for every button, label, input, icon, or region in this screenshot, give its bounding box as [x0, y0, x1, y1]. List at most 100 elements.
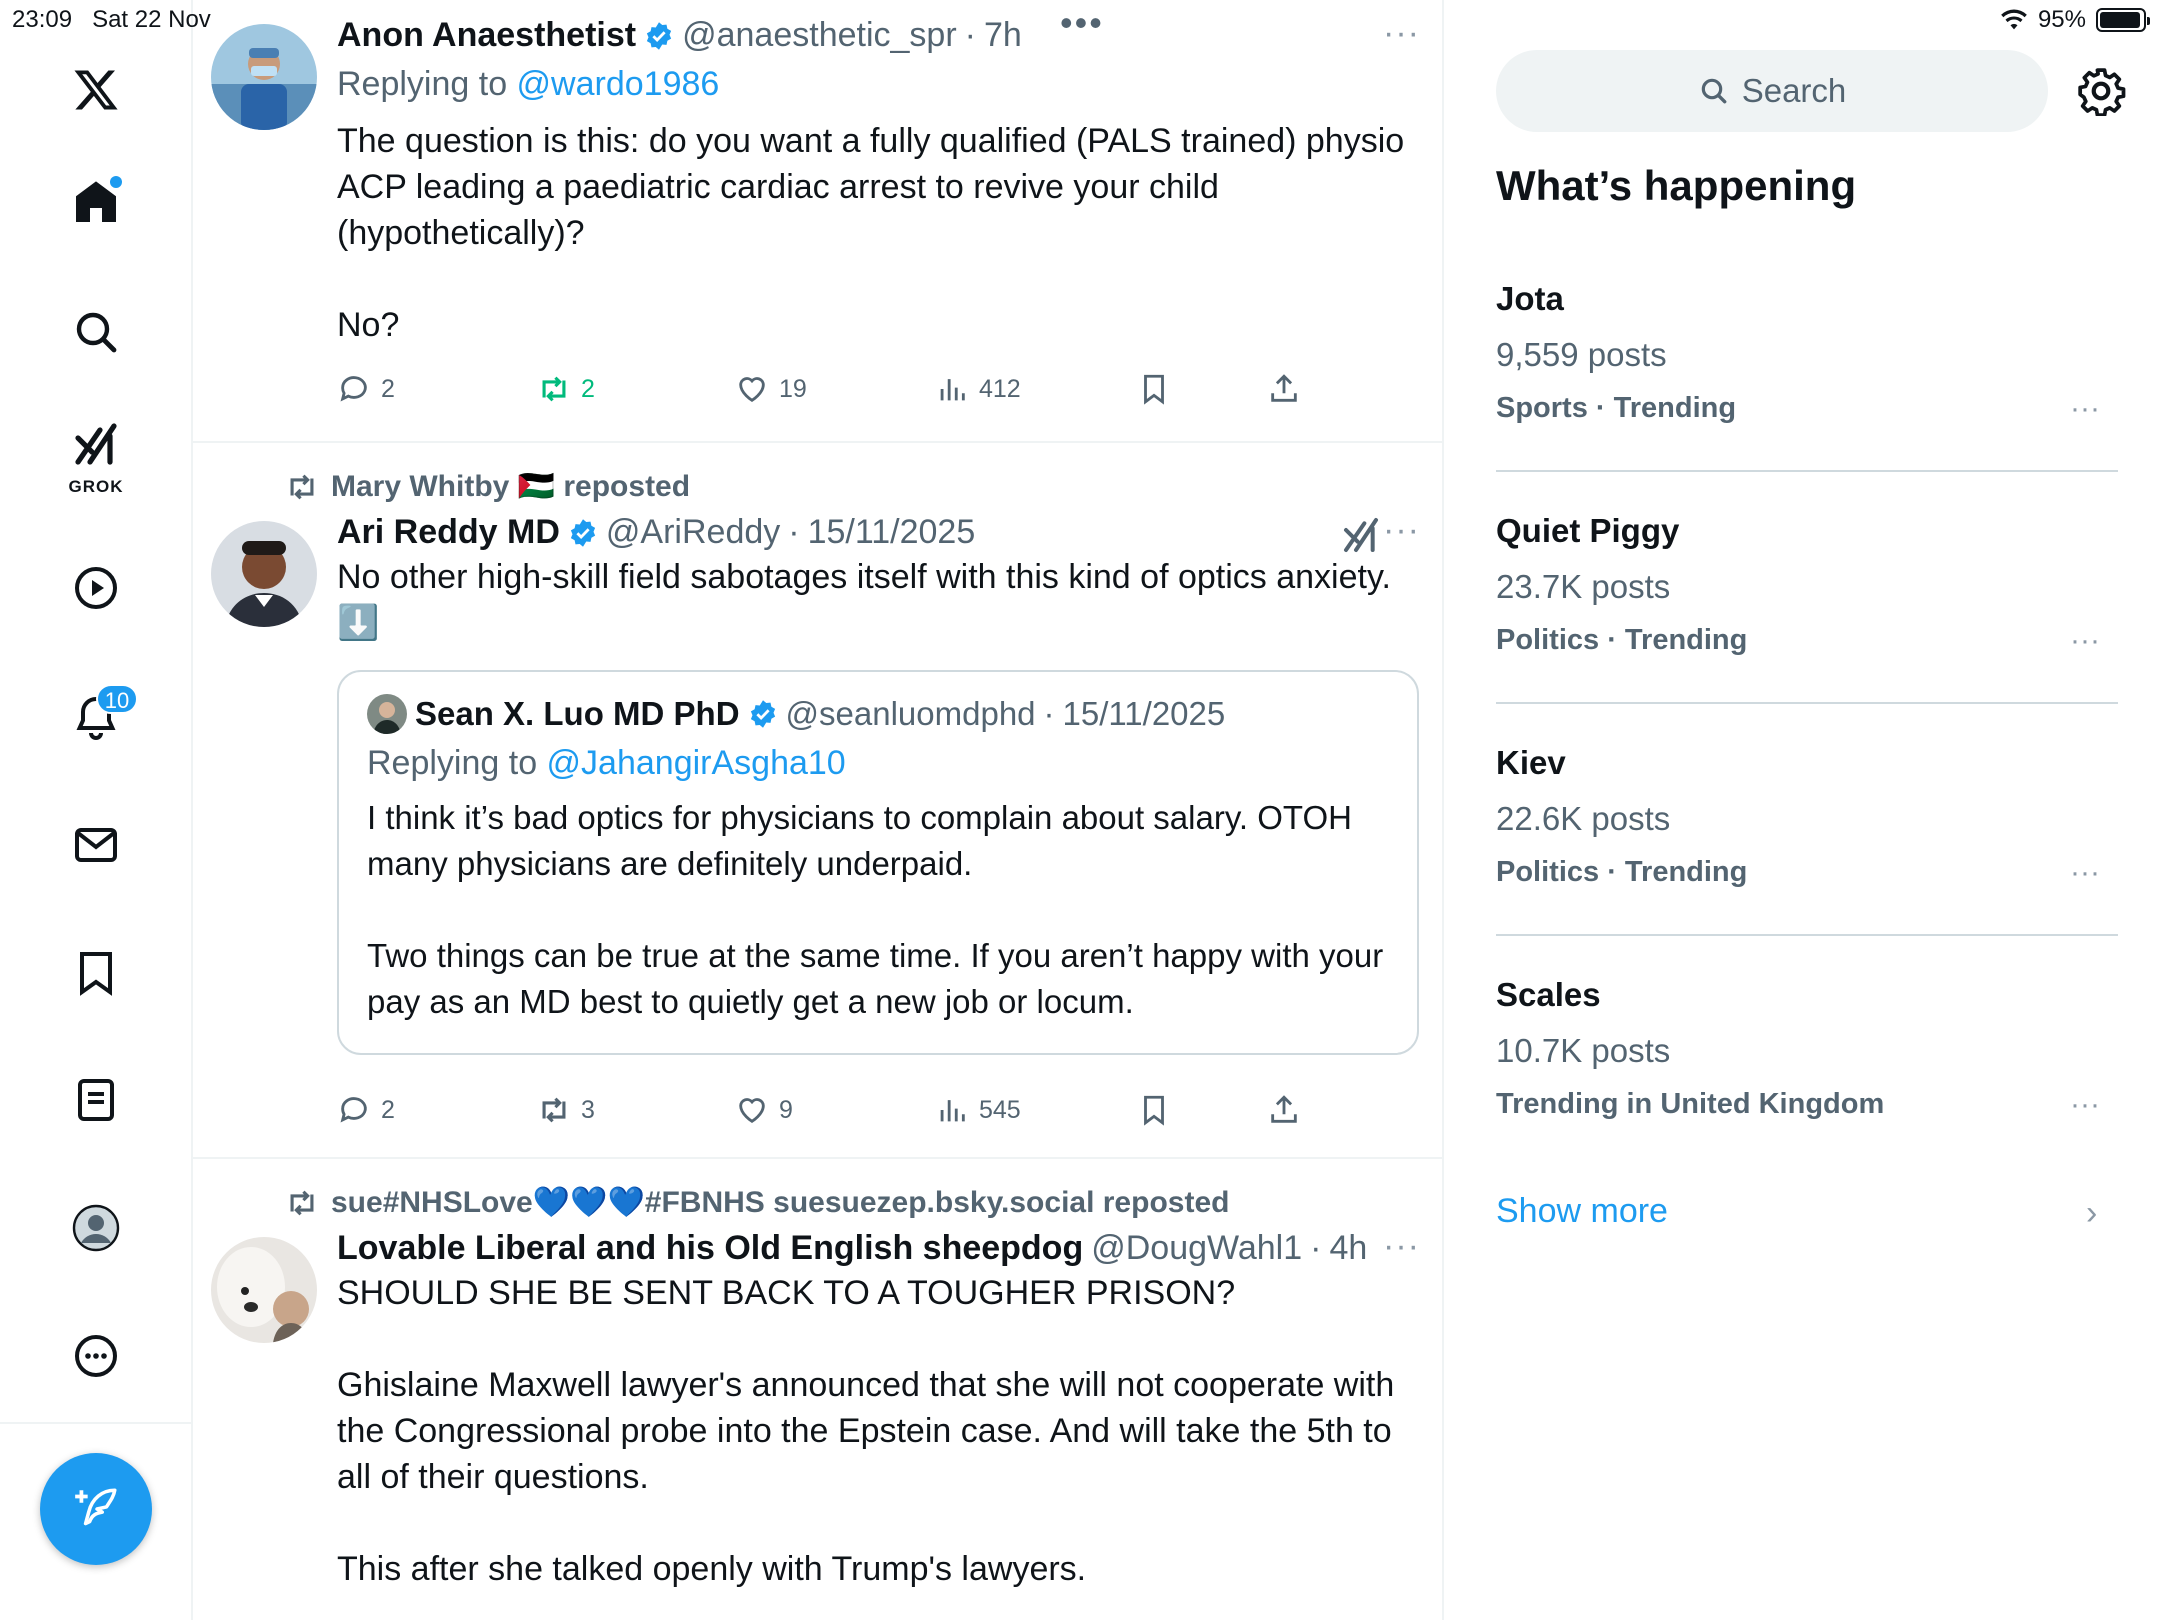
more-options-icon[interactable]: ···: [1383, 511, 1420, 550]
bookmark-icon: [80, 952, 112, 996]
bookmark-icon: [1144, 374, 1164, 405]
views-button[interactable]: 545: [935, 1093, 1021, 1127]
author-name[interactable]: Lovable Liberal and his Old English shee…: [337, 1229, 1083, 1268]
quote-time: 15/11/2025: [1062, 695, 1226, 732]
status-date: Sat 22 Nov: [92, 6, 211, 33]
tweet-time[interactable]: 15/11/2025: [808, 513, 976, 552]
tweet-time[interactable]: 4h: [1329, 1229, 1367, 1268]
tweet-text: No other high-skill field sabotages itse…: [337, 558, 1391, 642]
x-logo-icon[interactable]: [56, 50, 136, 130]
share-button[interactable]: [1267, 1093, 1301, 1127]
nav-profile[interactable]: [56, 1188, 136, 1268]
like-count: 19: [779, 374, 807, 403]
author-name[interactable]: Ari Reddy MD: [337, 513, 560, 552]
section-title: What’s happening: [1496, 162, 1857, 209]
compose-button[interactable]: [40, 1453, 152, 1565]
nav-lists[interactable]: [56, 1060, 136, 1140]
reply-button[interactable]: 2: [337, 372, 395, 406]
reposted-by: Mary Whitby 🇵🇸 reposted: [285, 469, 690, 504]
reposted-by-label[interactable]: sue#NHSLove💙💙💙#FBNHS suesuezep.bsky.soci…: [331, 1185, 1229, 1220]
nav-grok[interactable]: GROK: [56, 415, 136, 496]
repost-button[interactable]: 3: [537, 1093, 595, 1127]
tweet-header: Lovable Liberal and his Old English shee…: [337, 1229, 1368, 1268]
trend-name: Kiev: [1496, 744, 1566, 781]
tweet[interactable]: Mary Whitby 🇵🇸 reposted Ari Reddy MD @Ar…: [193, 445, 1442, 1159]
trend-more-icon[interactable]: ···: [2070, 624, 2100, 658]
tweet[interactable]: Anon Anaesthetist @anaesthetic_spr · 7h …: [193, 0, 1442, 443]
nav-home[interactable]: [56, 162, 136, 242]
left-nav: GROK 10: [0, 0, 193, 1620]
avatar[interactable]: [211, 1237, 317, 1343]
nav-bookmarks[interactable]: [56, 933, 136, 1013]
chevron-right-icon[interactable]: ›: [2086, 1194, 2097, 1233]
view-count: 545: [979, 1095, 1021, 1124]
trend-posts: 23.7K posts: [1496, 568, 1671, 605]
status-bar-left: 23:09 Sat 22 Nov: [12, 6, 211, 34]
heart-icon: [739, 377, 765, 403]
reply-button[interactable]: 2: [337, 1093, 395, 1127]
trend-more-icon[interactable]: ···: [2070, 856, 2100, 890]
avatar[interactable]: [211, 521, 317, 627]
nav-video[interactable]: [56, 548, 136, 628]
trend-more-icon[interactable]: ···: [2070, 1088, 2100, 1122]
views-bar-icon: [940, 1100, 965, 1122]
trend-item[interactable]: Jota 9,559 posts Sports · Trending ···: [1496, 280, 2118, 425]
trend-more-icon[interactable]: ···: [2070, 392, 2100, 426]
trend-item[interactable]: Scales 10.7K posts Trending in United Ki…: [1496, 976, 2118, 1121]
trend-posts: 10.7K posts: [1496, 1032, 1671, 1069]
timeline: Anon Anaesthetist @anaesthetic_spr · 7h …: [193, 0, 1444, 1620]
multitask-dots-icon[interactable]: •••: [1060, 2, 1104, 44]
author-handle[interactable]: @AriReddy: [606, 513, 780, 552]
trend-category: Politics · Trending: [1496, 856, 1748, 888]
more-options-icon[interactable]: ···: [1383, 14, 1420, 53]
trend-posts: 9,559 posts: [1496, 336, 1667, 373]
tweet-header: Ari Reddy MD @AriReddy · 15/11/2025: [337, 513, 976, 552]
share-button[interactable]: [1267, 372, 1301, 406]
search-input[interactable]: Search: [1496, 50, 2048, 132]
nav-divider: [0, 1422, 193, 1424]
replying-to-link[interactable]: @wardo1986: [517, 65, 720, 103]
author-handle[interactable]: @DougWahl1: [1091, 1229, 1302, 1268]
like-count: 9: [779, 1095, 793, 1124]
quote-replying-to-link[interactable]: @JahangirAsgha10: [547, 744, 846, 782]
grok-label: GROK: [68, 477, 124, 496]
status-time: 23:09: [12, 6, 73, 33]
quoted-tweet[interactable]: Sean X. Luo MD PhD @seanluomdphd · 15/11…: [337, 670, 1419, 1055]
notifications-badge: 10: [96, 684, 138, 714]
tweet-header: Anon Anaesthetist @anaesthetic_spr · 7h: [337, 16, 1022, 55]
nav-notifications[interactable]: 10: [56, 678, 138, 758]
reply-icon: [340, 1097, 367, 1123]
trend-item[interactable]: Kiev 22.6K posts Politics · Trending ···: [1496, 744, 2118, 889]
bookmark-button[interactable]: [1137, 372, 1171, 406]
bookmark-button[interactable]: [1137, 1093, 1171, 1127]
like-button[interactable]: 19: [735, 372, 807, 406]
envelope-icon: [75, 828, 117, 862]
nav-explore[interactable]: [56, 292, 136, 372]
views-button[interactable]: 412: [935, 372, 1021, 406]
repost-button[interactable]: 2: [537, 372, 595, 406]
wifi-icon: [2001, 9, 2027, 30]
more-options-icon[interactable]: ···: [1383, 1227, 1420, 1266]
search-placeholder: Search: [1741, 72, 1847, 109]
author-handle[interactable]: @anaesthetic_spr: [682, 16, 957, 55]
reposted-by-label[interactable]: Mary Whitby 🇵🇸 reposted: [331, 469, 690, 504]
nav-messages[interactable]: [56, 805, 136, 885]
tweet[interactable]: sue#NHSLove💙💙💙#FBNHS suesuezep.bsky.soci…: [193, 1161, 1442, 1620]
trend-category: Politics · Trending: [1496, 624, 1748, 656]
grok-explain-icon[interactable]: [1341, 515, 1381, 555]
like-button[interactable]: 9: [735, 1093, 793, 1127]
nav-more[interactable]: [56, 1316, 136, 1396]
show-more-link[interactable]: Show more: [1496, 1192, 1668, 1231]
trend-item[interactable]: Quiet Piggy 23.7K posts Politics · Trend…: [1496, 512, 2118, 657]
avatar[interactable]: [211, 24, 317, 130]
settings-gear-icon[interactable]: [2076, 66, 2126, 116]
quote-author-handle: @seanluomdphd: [785, 695, 1036, 732]
tweet-time[interactable]: 7h: [984, 16, 1022, 55]
reposted-by: sue#NHSLove💙💙💙#FBNHS suesuezep.bsky.soci…: [285, 1185, 1229, 1220]
list-icon: [78, 1079, 114, 1121]
views-bar-icon: [940, 379, 965, 401]
home-unread-dot: [110, 176, 122, 188]
verified-badge-icon: [646, 21, 672, 50]
quote-header: Sean X. Luo MD PhD @seanluomdphd · 15/11…: [367, 694, 1389, 734]
author-name[interactable]: Anon Anaesthetist: [337, 16, 636, 55]
